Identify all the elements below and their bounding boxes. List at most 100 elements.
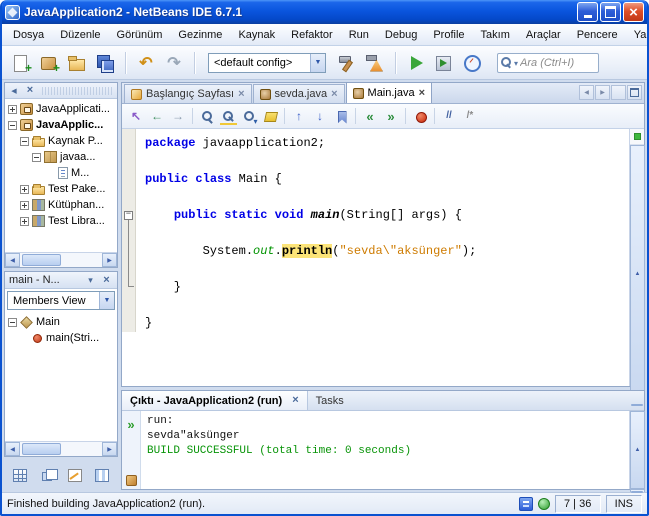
tree-item-libraries[interactable]: Kütüphan... <box>5 197 117 213</box>
titlebar[interactable]: JavaApplication2 - NetBeans IDE 6.7.1 <box>2 0 647 24</box>
toggle-bookmark-button[interactable] <box>331 106 351 126</box>
tree-item-javaapplication2-package[interactable]: javaa... <box>5 149 117 165</box>
projects-hscrollbar[interactable] <box>5 252 117 267</box>
quick-search[interactable] <box>497 52 599 73</box>
expand-icon[interactable] <box>20 200 29 210</box>
new-file-button[interactable] <box>8 50 34 76</box>
navigator-close-icon[interactable] <box>100 275 113 286</box>
scroll-right-button[interactable] <box>102 442 117 456</box>
build-project-button[interactable] <box>334 50 360 76</box>
editor-vscrollbar[interactable] <box>629 129 645 514</box>
ant-settings-icon[interactable] <box>125 475 137 486</box>
run-project-button[interactable] <box>403 50 429 76</box>
menu-kaynak[interactable]: Kaynak <box>230 25 283 45</box>
fold-collapse-icon[interactable] <box>124 210 133 220</box>
projects-close-icon[interactable] <box>23 85 37 96</box>
navigator-hscrollbar[interactable] <box>5 441 117 456</box>
find-button[interactable] <box>197 106 217 126</box>
tree-item-test-packages[interactable]: Test Pake... <box>5 181 117 197</box>
breakpoint-button[interactable] <box>410 106 430 126</box>
config-combo-arrow-icon[interactable] <box>310 53 325 72</box>
members-view-combo[interactable]: Members View <box>7 291 115 310</box>
collapse-icon[interactable] <box>20 136 29 146</box>
highlight-button[interactable] <box>260 106 280 126</box>
output-close-icon[interactable] <box>292 395 298 406</box>
scrollbar-thumb[interactable] <box>631 491 643 493</box>
output-tab[interactable]: Çıktı - JavaApplication2 (run) <box>122 391 308 410</box>
output-text[interactable]: run: sevda"aksünger BUILD SUCCESSFUL (tota… <box>141 411 629 489</box>
next-bookmark-button[interactable] <box>310 106 330 126</box>
collapse-icon[interactable] <box>8 317 17 327</box>
maximize-editor-button[interactable] <box>627 85 642 100</box>
tree-item-main-java-file[interactable]: M... <box>5 165 117 181</box>
dock-mini-button-3[interactable] <box>63 463 87 487</box>
dock-mini-button-4[interactable] <box>91 463 115 487</box>
close-tab-icon[interactable] <box>331 89 337 100</box>
back-button[interactable] <box>147 106 167 126</box>
rerun-button[interactable] <box>121 414 141 434</box>
shift-right-button[interactable] <box>381 106 401 126</box>
menu-araclar[interactable]: Araçlar <box>518 25 569 45</box>
tree-item-main-method[interactable]: main(Stri... <box>5 330 117 346</box>
search-dropdown-icon[interactable] <box>514 57 518 69</box>
close-button[interactable] <box>623 2 644 22</box>
save-all-button[interactable] <box>92 50 118 76</box>
undo-button[interactable] <box>133 50 159 76</box>
window-position-icon[interactable] <box>7 86 21 95</box>
navigator-minimize-icon[interactable] <box>84 275 97 286</box>
menu-pencere[interactable]: Pencere <box>569 25 626 45</box>
scroll-up-button[interactable] <box>630 411 645 489</box>
scrollbar-track[interactable] <box>20 253 102 267</box>
menu-dosya[interactable]: Dosya <box>5 25 52 45</box>
tab-scroll-left-button[interactable] <box>579 85 594 100</box>
tab-list-button[interactable] <box>611 85 626 100</box>
drag-handle[interactable] <box>42 86 112 95</box>
profile-project-button[interactable] <box>459 50 485 76</box>
scrollbar-thumb[interactable] <box>22 443 62 455</box>
collapse-icon[interactable] <box>32 152 41 162</box>
menu-gezinme[interactable]: Gezinme <box>170 25 230 45</box>
tab-sevda-java[interactable]: sevda.java <box>252 84 345 103</box>
find-selection-button[interactable] <box>218 106 238 126</box>
minimize-button[interactable] <box>577 2 598 22</box>
scrollbar-thumb[interactable] <box>631 404 643 406</box>
code-pane[interactable]: package javaapplication2; public class M… <box>122 129 629 386</box>
expand-icon[interactable] <box>8 104 17 114</box>
menu-gorunum[interactable]: Görünüm <box>109 25 171 45</box>
scroll-left-button[interactable] <box>5 253 20 267</box>
last-edit-button[interactable] <box>126 106 146 126</box>
previous-bookmark-button[interactable] <box>289 106 309 126</box>
comment-button[interactable] <box>439 106 459 126</box>
dock-mini-button-2[interactable] <box>36 463 60 487</box>
scrollbar-track[interactable] <box>20 442 102 456</box>
find-next-button[interactable] <box>239 106 259 126</box>
navigator-header[interactable]: main - N... <box>5 272 117 289</box>
redo-button[interactable] <box>161 50 187 76</box>
scroll-up-button[interactable] <box>630 145 645 402</box>
collapse-icon[interactable] <box>8 120 17 130</box>
scroll-right-button[interactable] <box>102 253 117 267</box>
close-tab-icon[interactable] <box>238 89 244 100</box>
tree-item-javaapplication2[interactable]: JavaApplic... <box>5 117 117 133</box>
tab-start-page[interactable]: Başlangıç Sayfası <box>124 84 252 103</box>
menu-takim[interactable]: Takım <box>473 25 518 45</box>
shift-left-button[interactable] <box>360 106 380 126</box>
close-tab-icon[interactable] <box>419 88 425 99</box>
menu-debug[interactable]: Debug <box>377 25 425 45</box>
tree-item-javaapplication1[interactable]: JavaApplicati... <box>5 101 117 117</box>
updates-icon[interactable] <box>537 497 550 510</box>
uncomment-button[interactable] <box>460 106 480 126</box>
debug-project-button[interactable] <box>431 50 457 76</box>
clean-build-button[interactable] <box>362 50 388 76</box>
new-project-button[interactable] <box>36 50 62 76</box>
scroll-left-button[interactable] <box>5 442 20 456</box>
forward-button[interactable] <box>168 106 188 126</box>
config-combo[interactable]: <default config> <box>208 52 326 73</box>
menu-refaktor[interactable]: Refaktor <box>283 25 341 45</box>
tab-main-java[interactable]: Main.java <box>345 82 433 103</box>
maximize-button[interactable] <box>600 2 621 22</box>
dock-mini-button-1[interactable] <box>8 463 32 487</box>
members-view-arrow-icon[interactable] <box>99 292 114 309</box>
menu-profile[interactable]: Profile <box>425 25 472 45</box>
open-project-button[interactable] <box>64 50 90 76</box>
